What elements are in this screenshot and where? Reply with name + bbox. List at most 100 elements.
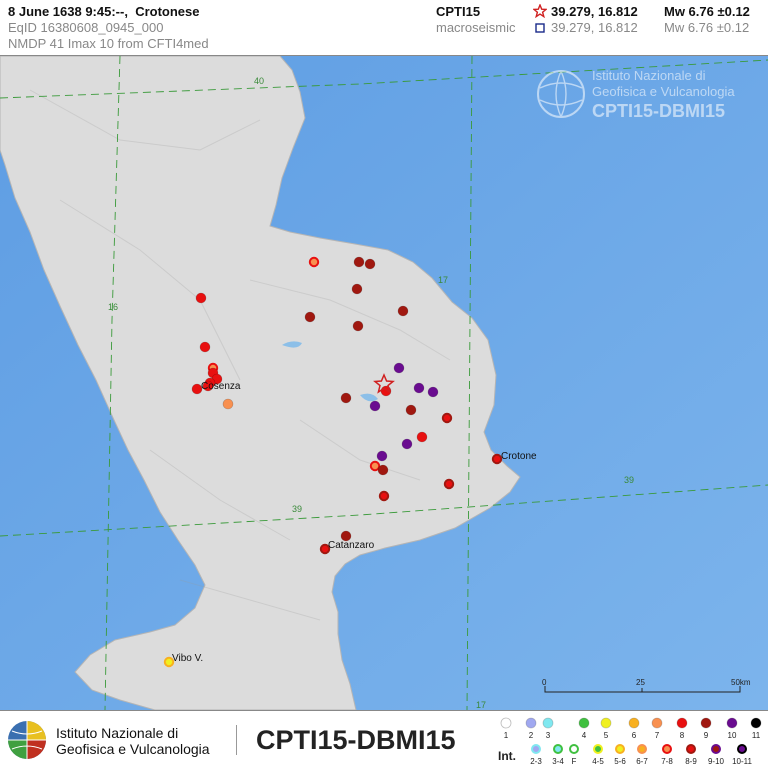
place-label-vibo: Vibo V. xyxy=(172,653,203,664)
grid-label: 39 xyxy=(624,475,634,485)
legend-swatch xyxy=(750,717,762,729)
intensity-point xyxy=(378,490,390,502)
legend-swatch xyxy=(662,744,672,754)
legend-swatch xyxy=(700,717,712,729)
grid-label: 17 xyxy=(438,275,448,285)
event-location: Crotonese xyxy=(135,4,200,19)
watermark-line3: CPTI15-DBMI15 xyxy=(592,101,725,121)
intensity-point xyxy=(413,382,425,394)
legend-swatch xyxy=(578,717,590,729)
legend-swatch xyxy=(615,744,625,754)
legend-label: 10-11 xyxy=(732,757,752,766)
scale-label: 25 xyxy=(636,678,645,687)
intensity-point xyxy=(376,450,388,462)
intensity-point xyxy=(427,386,439,398)
legend-swatch xyxy=(637,744,647,754)
intensity-point xyxy=(308,256,320,268)
place-label-cosenza: Cosenza xyxy=(201,381,241,392)
legend-label: 11 xyxy=(752,731,761,740)
intensity-point xyxy=(401,438,413,450)
legend-swatch xyxy=(553,744,563,754)
place-label-crotone: Crotone xyxy=(501,451,537,462)
intensity-point xyxy=(491,453,503,465)
legend-label: 9 xyxy=(704,731,709,740)
macroseismic-magnitude: Mw 6.76 ±0.12 xyxy=(664,20,750,35)
event-id: EqID 16380608_0945_000 xyxy=(8,20,164,35)
footer-institute-line2: Geofisica e Vulcanologia xyxy=(56,741,210,757)
event-date-time: 8 June 1638 9:45:--, Crotonese xyxy=(8,4,200,19)
epicenter-coords: 39.279, 16.812 xyxy=(551,4,638,19)
legend-swatch xyxy=(500,717,512,729)
legend-swatch xyxy=(651,717,663,729)
intensity-point xyxy=(443,478,455,490)
intensity-point xyxy=(351,283,363,295)
legend-label: 7-8 xyxy=(661,757,673,766)
legend-swatch xyxy=(569,744,579,754)
legend-label: 6 xyxy=(632,731,637,740)
place-label-catanzaro: Catanzaro xyxy=(328,540,375,551)
intensity-point xyxy=(340,392,352,404)
epicenter-star-icon xyxy=(533,4,547,18)
footer: Istituto Nazionale di Geofisica e Vulcan… xyxy=(0,710,768,768)
grid-label: 17 xyxy=(476,700,486,710)
scale-label: 0 xyxy=(542,678,547,687)
grid-label: 16 xyxy=(108,302,118,312)
legend-swatch xyxy=(737,744,747,754)
legend-swatch xyxy=(593,744,603,754)
intensity-point xyxy=(353,256,365,268)
legend-label: 4 xyxy=(582,731,587,740)
legend-label: 10 xyxy=(728,731,737,740)
intensity-point xyxy=(304,311,316,323)
watermark-line1: Istituto Nazionale di xyxy=(592,68,706,83)
event-nmdp-line: NMDP 41 Imax 10 from CFTI4med xyxy=(8,36,209,51)
intensity-point xyxy=(195,292,207,304)
legend-swatch xyxy=(628,717,640,729)
footer-institute-line1: Istituto Nazionale di xyxy=(56,725,179,741)
catalog-sub: macroseismic xyxy=(436,20,516,35)
intensity-map: 40 16 17 39 39 17 Istituto Nazionale di … xyxy=(0,56,768,710)
legend-label: 8-9 xyxy=(685,757,697,766)
legend-label: 3-4 xyxy=(552,757,564,766)
intensity-point xyxy=(199,341,211,353)
footer-title: CPTI15-DBMI15 xyxy=(256,725,456,755)
intensity-point xyxy=(222,398,234,410)
legend-label: 7 xyxy=(655,731,660,740)
intensity-point xyxy=(441,412,453,424)
catalog-name: CPTI15 xyxy=(436,4,481,19)
legend-swatch xyxy=(676,717,688,729)
macroseismic-coords: 39.279, 16.812 xyxy=(551,20,638,35)
intensity-point xyxy=(416,431,428,443)
legend-label: 5-6 xyxy=(614,757,626,766)
legend-label: 8 xyxy=(680,731,685,740)
legend-label: 5 xyxy=(604,731,609,740)
legend-label: 2 xyxy=(529,731,534,740)
footer-divider xyxy=(236,725,237,755)
scale-label: 50km xyxy=(731,678,751,687)
legend-swatch xyxy=(726,717,738,729)
intensity-point xyxy=(369,400,381,412)
intensity-point xyxy=(397,305,409,317)
grid-label: 40 xyxy=(254,76,264,86)
legend-swatch xyxy=(600,717,612,729)
legend-swatch xyxy=(686,744,696,754)
legend-label: 2-3 xyxy=(530,757,542,766)
ingv-logo-icon xyxy=(8,721,46,759)
intensity-legend: Int. 1 2 3 4 5 6 7 8 9 10 11 2-3 3-4 F 4-5 5-6 6-7 7-8 8-9… xyxy=(498,717,762,766)
intensity-point xyxy=(405,404,417,416)
legend-label: 4-5 xyxy=(592,757,604,766)
legend-swatch xyxy=(711,744,721,754)
intensity-point xyxy=(364,258,376,270)
legend-int-label: Int. xyxy=(498,749,516,763)
watermark-line2: Geofisica e Vulcanologia xyxy=(592,84,735,99)
map-header: 8 June 1638 9:45:--, Crotonese EqID 1638… xyxy=(0,0,768,56)
legend-label: F xyxy=(572,757,577,766)
grid-label: 39 xyxy=(292,504,302,514)
intensity-point xyxy=(377,464,389,476)
legend-label: 6-7 xyxy=(636,757,648,766)
legend-swatch xyxy=(542,717,554,729)
intensity-point xyxy=(352,320,364,332)
legend-label: 1 xyxy=(504,731,509,740)
epicenter-magnitude: Mw 6.76 ±0.12 xyxy=(664,4,750,19)
legend-label: 3 xyxy=(546,731,551,740)
legend-swatch xyxy=(531,744,541,754)
